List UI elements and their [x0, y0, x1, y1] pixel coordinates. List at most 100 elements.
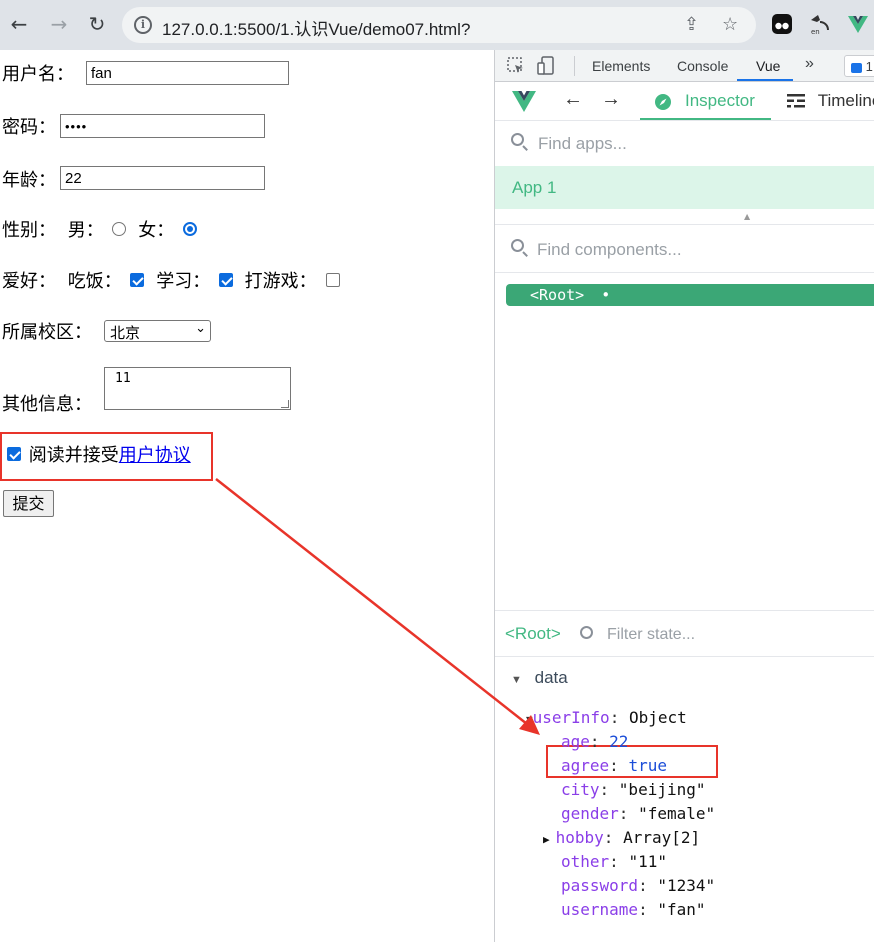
- timeline-label: Timeline: [817, 91, 874, 110]
- url-path: :5500/1.认识Vue/demo07.html?: [232, 20, 471, 39]
- colon: :: [638, 900, 658, 919]
- field-key: gender: [561, 804, 619, 823]
- back-arrow-icon[interactable]: ←: [6, 11, 32, 37]
- extension-tampermonkey-icon[interactable]: [770, 12, 794, 36]
- password-row: 密码：: [2, 113, 56, 139]
- hobby-study-checkbox[interactable]: [218, 273, 233, 287]
- field-value: "fan": [657, 900, 706, 919]
- campus-select[interactable]: 北京 ⌄: [104, 320, 211, 342]
- splitter[interactable]: ▲: [495, 209, 874, 225]
- agree-row: 阅读并接受用户协议: [7, 441, 191, 467]
- component-tree-root[interactable]: <Root> •: [506, 284, 874, 306]
- campus-select-value: 北京: [110, 324, 141, 342]
- vue-devtools-toolbar: ← → Inspector Timeline: [495, 83, 874, 121]
- username-row: 用户名：: [2, 60, 74, 86]
- field-key: age: [561, 732, 590, 751]
- address-bar[interactable]: i 127.0.0.1:5500/1.认识Vue/demo07.html? ⇪ …: [122, 7, 756, 43]
- gender-label: 性别：: [2, 220, 56, 241]
- extension-translate-icon[interactable]: en: [808, 12, 832, 36]
- tab-elements[interactable]: Elements: [592, 58, 650, 74]
- find-components-placeholder: Find components...: [537, 240, 682, 259]
- svg-text:en: en: [811, 28, 820, 36]
- female-radio[interactable]: [182, 222, 197, 236]
- state-field-password[interactable]: password: "1234": [561, 876, 715, 895]
- colon: :: [618, 804, 639, 823]
- caret-right-icon: ▶: [543, 833, 550, 846]
- other-info-textarea[interactable]: 11: [104, 367, 291, 410]
- field-key: username: [561, 900, 639, 919]
- user-agreement-link[interactable]: 用户协议: [119, 441, 191, 467]
- site-info-icon[interactable]: i: [134, 16, 152, 34]
- devtools-tab-bar: Elements Console Vue » 1: [495, 50, 874, 82]
- tab-vue[interactable]: Vue: [756, 58, 780, 74]
- chevron-down-icon: ⌄: [195, 321, 206, 336]
- field-value: "1234": [657, 876, 716, 895]
- share-icon[interactable]: ⇪: [684, 14, 699, 35]
- field-value: "female": [638, 804, 716, 823]
- filter-state-input[interactable]: Filter state...: [607, 626, 695, 644]
- age-input[interactable]: [60, 166, 265, 190]
- find-components-search[interactable]: Find components...: [495, 227, 874, 271]
- submit-button[interactable]: 提交: [3, 490, 54, 517]
- bookmark-star-icon[interactable]: ☆: [722, 14, 738, 35]
- gender-row: 性别： 男： 女：: [2, 216, 197, 242]
- issues-count: 1: [865, 59, 873, 74]
- find-apps-search[interactable]: Find apps...: [495, 121, 874, 165]
- colon: :: [609, 756, 629, 775]
- colon: :: [599, 780, 619, 799]
- compass-icon: [655, 94, 671, 110]
- inspect-element-icon[interactable]: [507, 57, 525, 75]
- state-field-city[interactable]: city: "beijing": [561, 780, 706, 799]
- forward-arrow-icon[interactable]: →: [46, 11, 72, 37]
- device-toggle-icon[interactable]: [537, 56, 555, 76]
- hobby-game-checkbox[interactable]: [326, 273, 341, 287]
- colon: :: [589, 732, 610, 751]
- tab-inspector[interactable]: Inspector: [640, 83, 771, 120]
- userinfo-row[interactable]: ▼userInfo: Object: [526, 708, 687, 727]
- extension-vue-devtools-icon[interactable]: [846, 12, 870, 36]
- browser-toolbar: ← → ↻ i 127.0.0.1:5500/1.认识Vue/demo07.ht…: [0, 0, 874, 50]
- state-field-agree[interactable]: agree: true: [561, 756, 667, 775]
- forward-arrow-icon[interactable]: →: [601, 88, 621, 111]
- state-field-gender[interactable]: gender: "female": [561, 804, 715, 823]
- password-input[interactable]: [60, 114, 265, 138]
- back-arrow-icon[interactable]: ←: [563, 88, 583, 111]
- password-label: 密码：: [2, 117, 56, 138]
- age-row: 年龄：: [2, 166, 56, 192]
- search-icon: [511, 133, 524, 146]
- issues-badge[interactable]: 1: [844, 55, 874, 77]
- campus-row: 所属校区：: [2, 318, 92, 344]
- userinfo-key: userInfo: [532, 708, 610, 727]
- hobby-eat-checkbox[interactable]: [130, 273, 145, 287]
- username-input[interactable]: [86, 61, 289, 85]
- colon: :: [609, 852, 629, 871]
- field-key: agree: [561, 756, 610, 775]
- hobby-label: 爱好：: [2, 271, 56, 292]
- male-radio[interactable]: [112, 222, 127, 236]
- tab-timeline[interactable]: Timeline: [787, 91, 874, 111]
- more-tabs-icon[interactable]: »: [805, 55, 814, 73]
- agree-checkbox[interactable]: [7, 447, 21, 461]
- field-value: true: [628, 756, 667, 775]
- state-field-hobby[interactable]: ▶ hobby: Array[2]: [543, 828, 700, 847]
- app-list-item[interactable]: App 1: [495, 166, 874, 209]
- app-name: App 1: [512, 178, 557, 197]
- collapse-up-icon[interactable]: ▲: [744, 212, 750, 221]
- male-label: 男：: [67, 220, 104, 241]
- field-value: Array[2]: [623, 828, 701, 847]
- state-field-age[interactable]: age: 22: [561, 732, 628, 751]
- field-value: 22: [609, 732, 629, 751]
- field-key: password: [561, 876, 639, 895]
- state-inspector-header: <Root> Filter state...: [495, 610, 874, 657]
- state-field-other[interactable]: other: "11": [561, 852, 667, 871]
- resize-grip-icon[interactable]: [281, 400, 289, 408]
- agree-text: 阅读并接受: [28, 445, 119, 466]
- other-info-value: 11: [115, 371, 131, 386]
- field-key: city: [561, 780, 600, 799]
- reload-icon[interactable]: ↻: [84, 11, 110, 37]
- colon: :: [609, 708, 629, 727]
- active-tab-indicator: [737, 79, 793, 81]
- data-section-header[interactable]: ▼ data: [511, 668, 568, 688]
- tab-console[interactable]: Console: [677, 58, 728, 74]
- state-field-username[interactable]: username: "fan": [561, 900, 706, 919]
